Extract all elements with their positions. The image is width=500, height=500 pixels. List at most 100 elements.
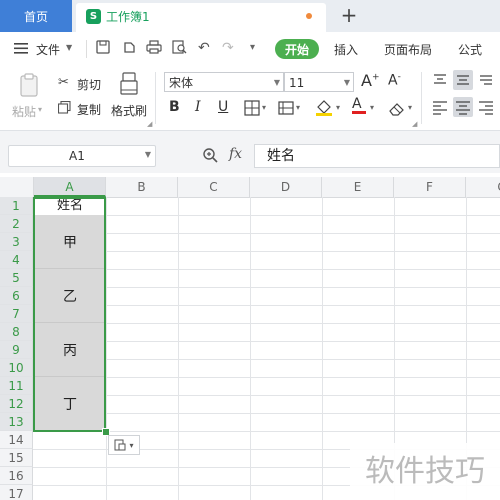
tab-start[interactable]: 开始 — [275, 39, 319, 59]
cell-a1[interactable]: 姓名 — [34, 197, 106, 215]
cut-button[interactable]: 剪切 — [77, 76, 101, 93]
hamburger-icon[interactable] — [14, 42, 28, 54]
format-painter-button[interactable]: 格式刷 — [111, 102, 147, 119]
paste-icon[interactable] — [16, 72, 42, 98]
formula-input[interactable]: 姓名 — [254, 144, 500, 168]
row-header[interactable]: 5 — [0, 269, 33, 287]
row-header[interactable]: 1 — [0, 197, 33, 215]
row-header[interactable]: 16 — [0, 467, 33, 485]
column-header-f[interactable]: F — [394, 177, 466, 197]
align-middle-icon[interactable] — [453, 70, 473, 90]
row-header[interactable]: 14 — [0, 431, 33, 449]
merged-cell-a2-a4[interactable]: 甲 — [34, 215, 106, 269]
decrease-font-size-icon[interactable]: A- — [388, 72, 401, 89]
divider — [86, 40, 87, 58]
font-color-letter: A — [352, 96, 362, 112]
row-header[interactable]: 9 — [0, 341, 33, 359]
tab-page-layout[interactable]: 页面布局 — [384, 41, 432, 58]
export-icon[interactable] — [122, 40, 136, 58]
print-icon[interactable] — [146, 40, 162, 58]
column-header-c[interactable]: C — [178, 177, 250, 197]
fill-color-icon[interactable] — [315, 98, 333, 119]
merged-cell-a11-a13[interactable]: 丁 — [34, 377, 106, 431]
paste-dropdown-icon[interactable]: ▾ — [38, 105, 42, 114]
chevron-down-icon[interactable]: ▾ — [408, 103, 412, 112]
clipboard-dialog-launcher[interactable]: ◢ — [147, 120, 152, 128]
print-preview-icon[interactable] — [172, 40, 187, 58]
scissors-icon: ✂ — [58, 75, 69, 90]
worksheet-grid[interactable]: A B C D E F G 1 2 3 4 5 6 7 8 9 10 11 12… — [0, 177, 500, 500]
row-header[interactable]: 13 — [0, 413, 33, 431]
chevron-down-icon[interactable]: ▾ — [296, 103, 300, 112]
select-all-corner[interactable] — [0, 177, 34, 197]
font-color-icon[interactable]: A — [352, 96, 366, 114]
borders-icon[interactable] — [244, 100, 260, 119]
chevron-down-icon[interactable]: ▾ — [262, 103, 266, 112]
row-header[interactable]: 6 — [0, 287, 33, 305]
font-size-select[interactable]: 11 ▼ — [284, 72, 354, 92]
format-painter-icon — [118, 72, 140, 99]
increase-font-size-icon[interactable]: A+ — [361, 71, 380, 90]
row-header[interactable]: 4 — [0, 251, 33, 269]
watermark: 软件技巧 — [350, 443, 500, 500]
new-tab-button[interactable]: + — [339, 3, 359, 27]
copy-button[interactable]: 复制 — [77, 101, 101, 118]
insert-function-button[interactable]: fx — [229, 146, 242, 162]
bold-button[interactable]: B — [169, 99, 180, 115]
workbook-title: 工作簿1 — [106, 10, 150, 24]
grid-line — [106, 197, 107, 500]
merged-cell-a8-a10[interactable]: 丙 — [34, 323, 106, 377]
column-header-a[interactable]: A — [34, 177, 106, 197]
chevron-down-icon: ▾ — [129, 440, 134, 450]
column-header-g[interactable]: G — [466, 177, 500, 197]
align-right-icon[interactable] — [476, 97, 496, 117]
menu-file[interactable]: 文件 — [36, 41, 60, 58]
name-box[interactable]: A1 ▼ — [8, 145, 156, 167]
save-icon[interactable] — [96, 40, 110, 58]
chevron-down-icon[interactable]: ▼ — [66, 43, 72, 52]
underline-button[interactable]: U — [218, 99, 228, 115]
row-header[interactable]: 8 — [0, 323, 33, 341]
customize-quick-access-icon[interactable]: ▾ — [250, 42, 255, 53]
font-name-select[interactable]: 宋体 ▼ — [164, 72, 284, 92]
row-header[interactable]: 7 — [0, 305, 33, 323]
chevron-down-icon[interactable]: ▾ — [370, 103, 374, 112]
tab-home[interactable]: 首页 — [0, 0, 72, 32]
font-dialog-launcher[interactable]: ◢ — [412, 120, 417, 128]
copy-icon — [57, 100, 71, 117]
fill-pattern-icon[interactable] — [278, 100, 294, 119]
align-center-icon[interactable] — [453, 97, 473, 117]
spreadsheet-logo-icon: S — [86, 9, 101, 24]
column-header-e[interactable]: E — [322, 177, 394, 197]
row-header[interactable]: 17 — [0, 485, 33, 500]
column-header-d[interactable]: D — [250, 177, 322, 197]
italic-button[interactable]: I — [195, 99, 201, 115]
align-top-icon[interactable] — [430, 70, 450, 90]
cell-reference: A1 — [69, 149, 85, 163]
row-header[interactable]: 15 — [0, 449, 33, 467]
row-header[interactable]: 10 — [0, 359, 33, 377]
paste-button[interactable]: 粘贴 — [12, 103, 36, 120]
row-header[interactable]: 2 — [0, 215, 33, 233]
zoom-search-icon[interactable] — [202, 147, 218, 166]
eraser-icon[interactable] — [388, 100, 406, 119]
align-left-icon[interactable] — [430, 97, 450, 117]
merged-cell-a5-a7[interactable]: 乙 — [34, 269, 106, 323]
row-header[interactable]: 12 — [0, 395, 33, 413]
undo-icon[interactable]: ↶ — [198, 40, 210, 56]
paste-options-button[interactable]: ▾ — [108, 435, 140, 455]
align-bottom-icon[interactable] — [476, 70, 496, 90]
chevron-down-icon: ▼ — [144, 150, 151, 159]
tab-formula[interactable]: 公式 — [458, 41, 482, 58]
redo-icon[interactable]: ↷ — [222, 40, 234, 56]
tab-insert[interactable]: 插入 — [334, 41, 358, 58]
row-header[interactable]: 3 — [0, 233, 33, 251]
font-size-value: 11 — [289, 76, 305, 90]
grid-line — [178, 197, 179, 500]
divider — [421, 72, 422, 124]
unsaved-dot-icon — [306, 13, 312, 19]
chevron-down-icon[interactable]: ▾ — [336, 103, 340, 112]
row-header[interactable]: 11 — [0, 377, 33, 395]
column-header-b[interactable]: B — [106, 177, 178, 197]
grid-line — [250, 197, 251, 500]
